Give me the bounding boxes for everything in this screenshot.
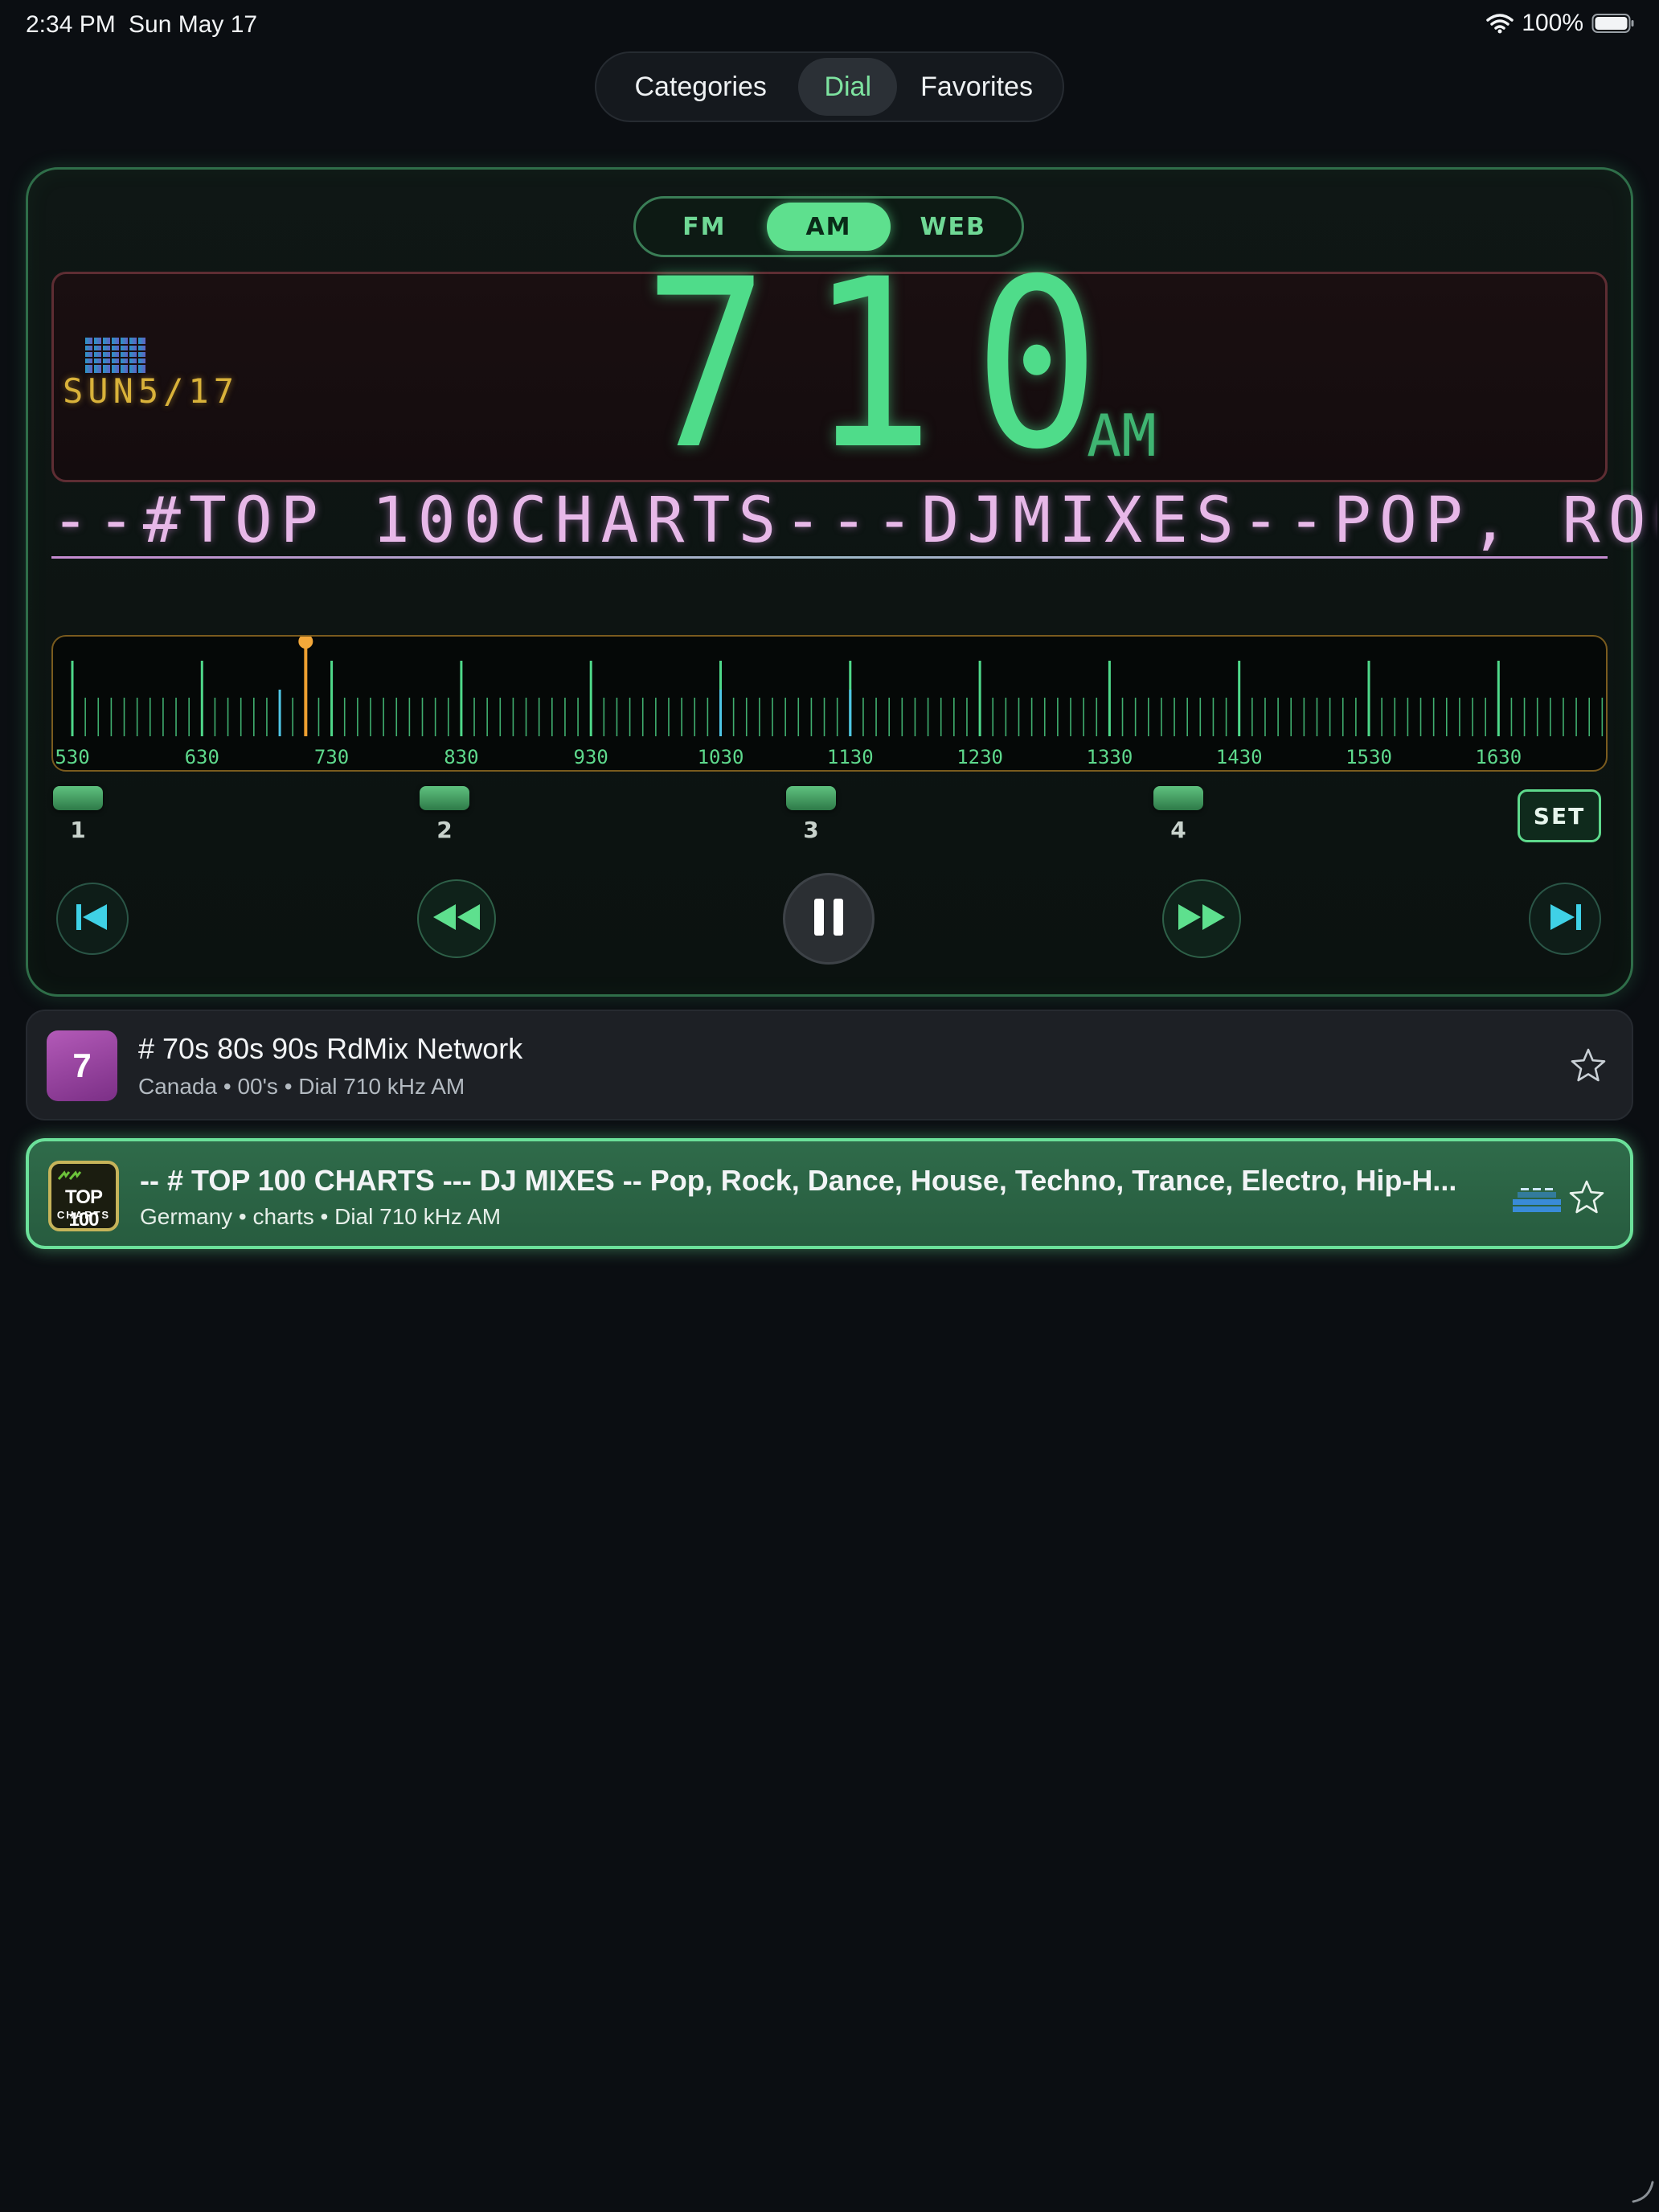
status-bar: 2:34 PM Sun May 17 100%	[0, 0, 1659, 51]
preset-button-2[interactable]	[420, 786, 469, 810]
frequency-unit: AM	[1087, 402, 1157, 469]
ticker-underline	[51, 556, 1608, 559]
preset-button-1[interactable]	[53, 786, 103, 810]
station-thumbnail: 7	[47, 1030, 117, 1101]
view-switcher: Categories Dial Favorites	[595, 51, 1064, 122]
dial-scale-label: 730	[314, 746, 349, 768]
station-subtitle: Germany • charts • Dial 710 kHz AM	[140, 1204, 502, 1229]
preset-label-2: 2	[436, 817, 453, 843]
tuner-needle-knob[interactable]	[298, 637, 313, 649]
skip-back-button[interactable]	[56, 883, 129, 955]
skip-back-icon	[75, 901, 110, 937]
dial-scale-label: 930	[574, 746, 608, 768]
preset-label-3: 3	[803, 817, 819, 843]
fast-forward-button[interactable]	[1162, 879, 1241, 958]
tab-favorites[interactable]: Favorites	[897, 58, 1056, 116]
tab-dial[interactable]: Dial	[798, 58, 898, 116]
resize-handle-icon	[1630, 2179, 1654, 2207]
pause-icon	[813, 897, 845, 941]
preset-button-4[interactable]	[1153, 786, 1203, 810]
skip-forward-icon	[1547, 901, 1583, 937]
preset-label-4: 4	[1170, 817, 1186, 843]
station-thumbnail: TOP 100 CHARTS	[48, 1161, 119, 1231]
dial-scale-label: 1330	[1087, 746, 1133, 768]
rewind-icon	[432, 903, 481, 936]
battery-icon	[1591, 13, 1635, 34]
favorite-star-icon[interactable]	[1569, 1047, 1608, 1085]
frequency-readout: 710	[643, 230, 1140, 501]
station-title: -- # TOP 100 CHARTS --- DJ MIXES -- Pop,…	[140, 1164, 1457, 1197]
preset-button-3[interactable]	[786, 786, 836, 810]
lcd-date: SUN5/17	[63, 371, 240, 411]
preset-label-1: 1	[70, 817, 86, 843]
dial-scale-label: 1230	[956, 746, 1003, 768]
status-time: 2:34 PM	[26, 11, 116, 38]
dial-scale-label: 1430	[1216, 746, 1263, 768]
dial-scale-label: 630	[185, 746, 219, 768]
tab-categories[interactable]: Categories	[603, 58, 798, 116]
battery-percent: 100%	[1522, 10, 1583, 36]
now-playing-equalizer-icon	[1513, 1182, 1561, 1212]
dial-scale-label: 1530	[1346, 746, 1392, 768]
dial-scale-label: 1030	[698, 746, 744, 768]
dial-scale-label: 830	[444, 746, 478, 768]
fast-forward-icon	[1177, 903, 1227, 936]
wifi-icon	[1486, 13, 1514, 34]
station-subtitle: Canada • 00's • Dial 710 kHz AM	[138, 1074, 465, 1099]
station-row-selected[interactable]: TOP 100 CHARTS -- # TOP 100 CHARTS --- D…	[26, 1138, 1633, 1249]
pause-button[interactable]	[783, 873, 875, 965]
status-date: Sun May 17	[129, 11, 258, 38]
dial-scale-label: 1130	[827, 746, 874, 768]
rewind-button[interactable]	[417, 879, 496, 958]
dial-scale-label: 530	[55, 746, 89, 768]
station-title: # 70s 80s 90s RdMix Network	[138, 1032, 523, 1065]
tuner-scale: 530 630 730 830 930 1030 1130 1230 1330 1430 1530 1…	[55, 637, 1604, 768]
station-ticker: --#TOP 100CHARTS---DJMIXES--POP, ROCK, D…	[51, 485, 1657, 557]
set-preset-button[interactable]: SET	[1518, 789, 1601, 842]
chart-arrows-icon	[58, 1170, 82, 1180]
dial-scale-label: 1630	[1475, 746, 1522, 768]
status-indicators: 100%	[1486, 10, 1635, 37]
thumb-line-2: CHARTS	[56, 1209, 111, 1221]
favorite-star-icon[interactable]	[1567, 1178, 1606, 1217]
tuner-dial[interactable]: 530 630 730 830 930 1030 1130 1230 1330 1430 1530 1…	[51, 635, 1608, 772]
station-row[interactable]: 7 # 70s 80s 90s RdMix Network Canada • 0…	[26, 1010, 1633, 1120]
skip-forward-button[interactable]	[1529, 883, 1601, 955]
